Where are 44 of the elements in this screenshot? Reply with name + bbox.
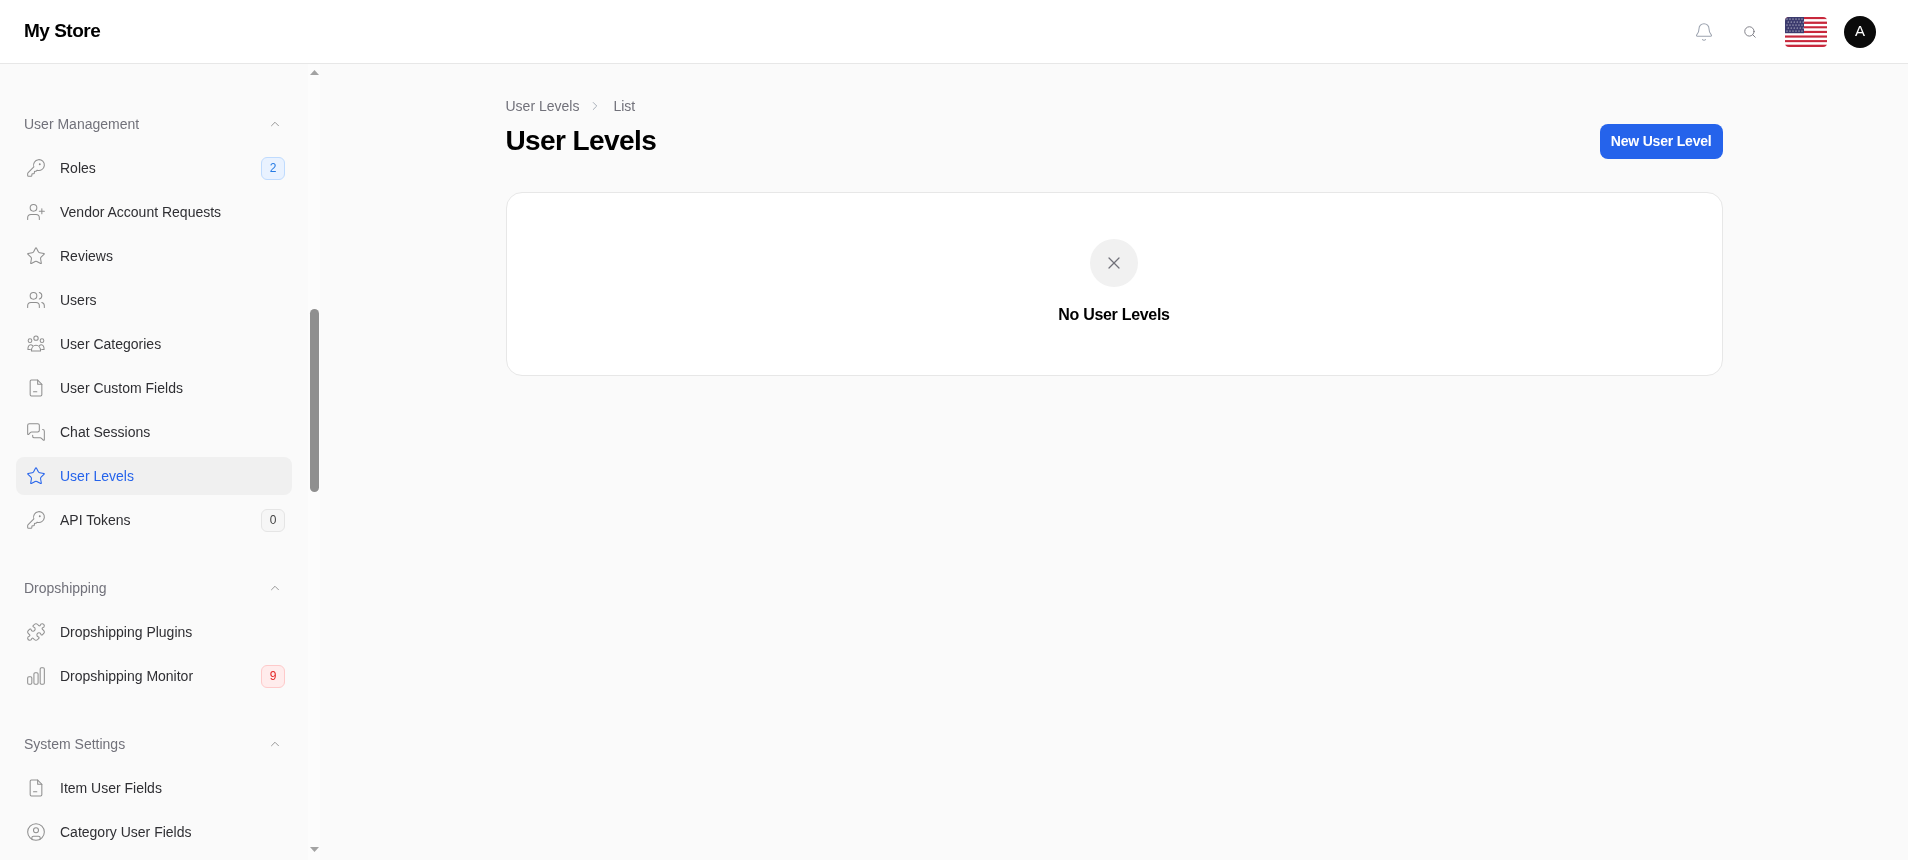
scroll-down-icon[interactable]	[309, 847, 319, 852]
page-title: User Levels	[505, 124, 657, 158]
breadcrumb-link[interactable]: User Levels	[505, 95, 580, 117]
store-title: My Store	[24, 19, 101, 44]
sidebar-item[interactable]: Users	[16, 281, 292, 319]
key-icon	[26, 158, 46, 178]
puzzle-icon	[26, 622, 46, 642]
chat-bubbles-icon	[26, 422, 46, 442]
count-badge: 0	[261, 508, 285, 532]
user-circle-icon	[26, 822, 46, 842]
key-icon	[26, 510, 46, 530]
bell-icon[interactable]	[1694, 21, 1714, 42]
sidebar-item[interactable]: User Categories	[16, 325, 292, 363]
search-icon[interactable]	[1743, 24, 1757, 39]
star-icon	[26, 466, 46, 486]
section-header[interactable]: Dropshipping	[16, 566, 292, 610]
star-icon	[26, 246, 46, 266]
sidebar-item[interactable]: Reviews	[16, 237, 292, 275]
users-icon	[26, 290, 46, 310]
count-badge: 2	[261, 156, 285, 180]
section-header[interactable]: User Management	[16, 102, 292, 146]
count-badge: 9	[261, 664, 285, 688]
sidebar-item[interactable]: API Tokens 0	[16, 501, 292, 539]
sidebar-item[interactable]: Category User Fields	[16, 813, 292, 851]
sidebar-item[interactable]: Item User Fields	[16, 769, 292, 807]
bar-chart-icon	[26, 666, 46, 686]
sidebar-item[interactable]: Chat Sessions	[16, 413, 292, 451]
empty-state-message: No User Levels	[1058, 305, 1170, 325]
breadcrumb-current: List	[613, 96, 636, 116]
sidebar-item[interactable]: User Levels	[16, 457, 292, 495]
sidebar-item[interactable]: Roles 2	[16, 149, 292, 187]
sidebar-item[interactable]: Vendor Account Requests	[16, 193, 292, 231]
scrollbar-thumb[interactable]	[309, 309, 319, 492]
sidebar-item[interactable]: Dropshipping Plugins	[16, 613, 292, 651]
sidebar-item[interactable]: User Custom Fields	[16, 369, 292, 407]
flag-icon[interactable]	[1785, 16, 1827, 47]
cross-icon	[1090, 239, 1138, 287]
scroll-up-icon[interactable]	[309, 70, 319, 75]
user-plus-icon	[26, 202, 46, 222]
people-group-icon	[26, 334, 46, 354]
new-user-level-button[interactable]: New User Level	[1599, 123, 1723, 159]
section-header[interactable]: System Settings	[16, 722, 292, 766]
user-avatar[interactable]: A	[1844, 15, 1876, 48]
sidebar-item[interactable]: Dropshipping Monitor 9	[16, 657, 292, 695]
